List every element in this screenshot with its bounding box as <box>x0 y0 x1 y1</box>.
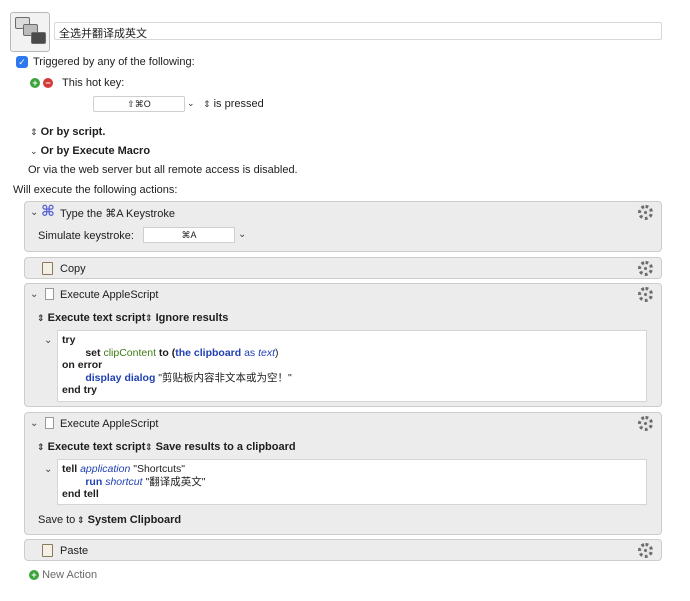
code-token: on error <box>62 359 103 371</box>
chevron-down-icon[interactable]: ⌄ <box>44 335 52 346</box>
triggered-label: Triggered by any of the following: <box>33 56 195 68</box>
code-token: set <box>85 346 101 359</box>
code-token: "Shortcuts" <box>133 463 186 475</box>
script-document-icon <box>45 417 54 429</box>
code-token: the clipboard <box>175 346 242 359</box>
updown-icon: ⇕ <box>37 313 45 323</box>
action-title: Execute AppleScript <box>60 289 159 301</box>
execute-mode-select[interactable]: ⇕ Execute text script <box>37 441 145 453</box>
or-by-script-label: Or by script. <box>40 126 106 138</box>
code-token: shortcut <box>105 475 143 488</box>
code-token: ) <box>275 346 279 359</box>
add-trigger-button[interactable]: + <box>30 78 40 88</box>
or-by-execute-macro-label: Or by Execute Macro <box>40 145 151 157</box>
code-token: "翻译成英文" <box>145 475 206 488</box>
save-to-value: System Clipboard <box>87 514 182 526</box>
execute-mode-select[interactable]: ⇕ Execute text script <box>37 312 145 324</box>
code-token: "剪贴板内容非文本或为空！" <box>158 371 292 384</box>
action-copy[interactable]: Copy <box>24 257 662 279</box>
chevron-down-icon[interactable]: ⌄ <box>44 464 52 475</box>
code-token: tell <box>62 463 78 475</box>
hotkey-field[interactable]: ⇧⌘O <box>93 96 185 112</box>
plus-icon: + <box>29 570 39 581</box>
hotkey-mode-label: is pressed <box>213 98 264 110</box>
code-token: clipContent <box>103 346 156 359</box>
script-editor[interactable]: tell application "Shortcuts" run shortcu… <box>57 459 647 505</box>
code-token: to ( <box>158 346 176 359</box>
chevron-down-icon: ⌄ <box>30 146 38 156</box>
code-token: end try <box>62 384 98 396</box>
actions-heading: Will execute the following actions: <box>13 184 178 196</box>
chevron-down-icon[interactable]: ⌄ <box>30 418 38 429</box>
results-mode-select[interactable]: ⇕ Save results to a clipboard <box>145 441 296 453</box>
results-mode-label: Ignore results <box>155 312 229 324</box>
new-action-button[interactable]: + New Action <box>29 569 97 581</box>
triggered-checkbox[interactable]: ✓ <box>16 56 28 68</box>
action-execute-applescript-2[interactable]: ⌄ Execute AppleScript ⇕ Execute text scr… <box>24 412 662 535</box>
gear-icon[interactable] <box>638 205 653 220</box>
action-title: Copy <box>60 263 86 275</box>
chevron-down-icon[interactable]: ⌄ <box>30 289 38 300</box>
or-by-script-toggle[interactable]: ⇕ Or by script. <box>30 126 105 138</box>
clipboard-icon <box>42 262 53 275</box>
clipboard-icon <box>42 544 53 557</box>
updown-icon: ⇕ <box>30 127 38 137</box>
action-title: Paste <box>60 545 89 557</box>
web-server-note: Or via the web server but all remote acc… <box>28 164 298 176</box>
updown-icon: ⇕ <box>203 99 211 109</box>
script-editor[interactable]: try set clipContent to (the clipboard as… <box>57 330 647 402</box>
gear-icon[interactable] <box>638 416 653 431</box>
action-type-keystroke[interactable]: ⌄ ⌘ Type the ⌘A Keystroke Simulate keyst… <box>24 201 662 252</box>
command-key-icon: ⌘ <box>41 203 55 220</box>
code-token: try <box>62 334 76 346</box>
chevron-down-icon[interactable]: ⌄ <box>187 98 195 109</box>
code-token: application <box>80 463 131 475</box>
or-by-execute-macro-toggle[interactable]: ⌄ Or by Execute Macro <box>30 145 150 157</box>
action-execute-applescript-1[interactable]: ⌄ Execute AppleScript ⇕ Execute text scr… <box>24 283 662 407</box>
code-token: text <box>258 346 276 359</box>
macro-icon[interactable] <box>10 12 50 52</box>
hotkey-mode-select[interactable]: ⇕ is pressed <box>203 98 264 110</box>
chevron-down-icon[interactable]: ⌄ <box>30 207 38 218</box>
code-token: as <box>244 346 256 359</box>
code-token: display dialog <box>85 371 156 384</box>
remove-trigger-button[interactable]: − <box>43 78 53 88</box>
updown-icon: ⇕ <box>77 515 85 525</box>
code-token: end tell <box>62 488 99 500</box>
save-to-label: Save to <box>38 514 76 526</box>
execute-mode-label: Execute text script <box>47 441 146 453</box>
hotkey-title: This hot key: <box>62 77 125 89</box>
action-paste[interactable]: Paste <box>24 539 662 561</box>
execute-mode-label: Execute text script <box>47 312 146 324</box>
updown-icon: ⇕ <box>145 313 153 323</box>
chevron-down-icon[interactable]: ⌄ <box>238 229 246 240</box>
results-mode-label: Save results to a clipboard <box>155 441 296 453</box>
script-document-icon <box>45 288 54 300</box>
macro-name-field[interactable]: 全选并翻译成英文 <box>54 22 662 40</box>
gear-icon[interactable] <box>638 287 653 302</box>
updown-icon: ⇕ <box>145 442 153 452</box>
action-title: Execute AppleScript <box>60 418 159 430</box>
keystroke-field[interactable]: ⌘A <box>143 227 235 243</box>
gear-icon[interactable] <box>638 543 653 558</box>
results-mode-select[interactable]: ⇕ Ignore results <box>145 312 228 324</box>
gear-icon[interactable] <box>638 261 653 276</box>
code-token: run <box>85 475 103 488</box>
updown-icon: ⇕ <box>37 442 45 452</box>
action-title: Type the ⌘A Keystroke <box>60 208 175 220</box>
new-action-label: New Action <box>42 569 98 581</box>
simulate-keystroke-label: Simulate keystroke: <box>38 230 134 242</box>
save-to-select[interactable]: ⇕ System Clipboard <box>77 514 181 526</box>
